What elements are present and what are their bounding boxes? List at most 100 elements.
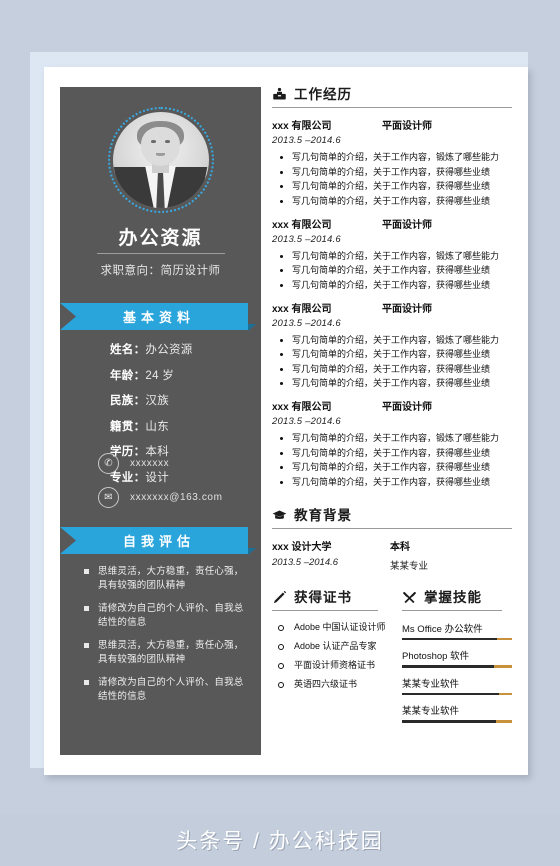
self-evaluation-banner-label: 自我评估 — [122, 534, 195, 549]
job-bullet-item: 写几句简单的介绍，关于工作内容，获得哪些业绩 — [272, 195, 512, 207]
work-job-entry: xxx 有限公司 平面设计师 2013.5 –2014.6 写几句简单的介绍，关于工作… — [272, 216, 512, 291]
job-bullet-item: 写几句简单的介绍，关于工作内容，获得哪些业绩 — [272, 447, 512, 459]
dot-bullet-icon — [280, 283, 283, 287]
job-bullet-text: 写几句简单的介绍，关于工作内容，获得哪些业绩 — [292, 447, 491, 458]
self-evaluation-banner: 自我评估 — [60, 527, 256, 555]
job-bullet-text: 写几句简单的介绍，关于工作内容，获得哪些业绩 — [292, 265, 491, 275]
certificate-item: 平面设计师资格证书 — [272, 659, 402, 671]
info-label: 年龄： — [110, 369, 146, 382]
self-evaluation-text: 请修改为自己的个人评价、自我总结性的信息 — [98, 677, 244, 702]
skill-level-bar — [402, 637, 512, 640]
basic-info-banner: 基本资料 — [60, 303, 256, 331]
dot-bullet-icon — [280, 170, 283, 174]
skill-level-bar — [402, 692, 512, 695]
dot-bullet-icon — [280, 156, 283, 159]
skill-item: 某某专业软件 — [402, 676, 512, 695]
contact-value: xxxxxxx@163.com — [130, 492, 223, 503]
square-bullet-icon — [84, 569, 89, 574]
basic-info-banner-label: 基本资料 — [122, 310, 195, 325]
contact-list: ✆ xxxxxxx ✉ xxxxxxx@163.com — [98, 453, 223, 521]
section-rule — [272, 609, 378, 611]
certificate-text: Adobe 中国认证设计师 — [294, 621, 386, 632]
pen-icon — [273, 590, 287, 603]
work-section-title: 工作经历 — [294, 87, 352, 102]
certificates-and-skills: 获得证书 Adobe 中国认证设计师 Adobe 认证产品专家 平面设计师资格证书英… — [272, 590, 512, 731]
job-date-range: 2013.5 –2014.6 — [272, 416, 341, 427]
dot-bullet-icon — [280, 269, 283, 272]
certificate-item: 英语四六级证书 — [272, 678, 402, 690]
job-bullet-item: 写几句简单的介绍，关于工作内容，锻炼了哪些能力 — [272, 250, 512, 262]
contact-row: ✆ xxxxxxx — [98, 453, 223, 474]
phone-icon: ✆ — [98, 453, 119, 474]
info-value: 办公资源 — [145, 344, 193, 356]
ring-bullet-icon — [278, 643, 284, 650]
job-bullet-item: 写几句简单的介绍，关于工作内容，锻炼了哪些能力 — [272, 151, 512, 163]
self-evaluation-item: 请修改为自己的个人评价、自我总结性的信息 — [84, 602, 250, 630]
skill-level-bar — [402, 720, 512, 723]
certificates-section-title: 获得证书 — [294, 589, 352, 605]
education-date: 2013.5 –2014.6 — [272, 556, 339, 568]
education-school: xxx 设计大学 — [272, 541, 332, 553]
job-bullet-text: 写几句简单的介绍，关于工作内容，锻炼了哪些能力 — [292, 433, 500, 443]
job-bullet-item: 写几句简单的介绍，关于工作内容，获得哪些业绩 — [272, 461, 512, 473]
ring-bullet-icon — [278, 624, 284, 631]
certificate-item: Adobe 认证产品专家 — [272, 640, 402, 652]
job-organization: xxx 有限公司 — [272, 303, 332, 315]
skills-section: 掌握技能 Ms Office 办公软件 Photoshop 软件 某某专业软件 某某专… — [402, 590, 512, 731]
education-major: 某某专业 — [390, 560, 429, 572]
tools-icon — [402, 591, 417, 603]
ring-bullet-icon — [278, 662, 284, 669]
briefcase-icon — [273, 87, 286, 100]
info-row-籍贯: 籍贯：山东 — [110, 418, 193, 434]
job-bullet-list: 写几句简单的介绍，关于工作内容，锻炼了哪些能力写几句简单的介绍，关于工作内容，获… — [272, 151, 512, 207]
work-job-entry: xxx 有限公司 平面设计师 2013.5 –2014.6 写几句简单的介绍，关于工作… — [272, 117, 512, 207]
job-bullet-text: 写几句简单的介绍，关于工作内容，获得哪些业绩 — [292, 349, 491, 359]
info-row-姓名: 姓名：办公资源 — [110, 341, 193, 357]
avatar — [107, 107, 214, 213]
job-bullet-item: 写几句简单的介绍，关于工作内容，锻炼了哪些能力 — [272, 334, 512, 346]
certificates-section: 获得证书 Adobe 中国认证设计师 Adobe 认证产品专家 平面设计师资格证书英… — [272, 590, 402, 731]
self-evaluation-text: 思维灵活，大方稳重，责任心强，具有较强的团队精神 — [98, 640, 244, 665]
skill-item: Ms Office 办公软件 — [402, 621, 512, 640]
job-bullet-item: 写几句简单的介绍，关于工作内容，获得哪些业绩 — [272, 476, 512, 488]
dot-bullet-icon — [280, 382, 283, 385]
job-bullet-item: 写几句简单的介绍，关于工作内容，获得哪些业绩 — [272, 279, 512, 291]
email-icon: ✉ — [98, 487, 119, 508]
section-rule — [272, 527, 512, 529]
skills-section-title: 掌握技能 — [424, 589, 482, 605]
contact-value: xxxxxxx — [130, 458, 170, 469]
info-value: 汉族 — [145, 395, 170, 407]
photo-face — [141, 127, 180, 166]
job-bullet-text: 写几句简单的介绍，关于工作内容，获得哪些业绩 — [292, 378, 491, 388]
resume-main-content: 工作经历 xxx 有限公司平面设计师 2013.5 –2014.6 写几句简单的介绍… — [272, 87, 512, 731]
certificate-text: 平面设计师资格证书 — [294, 659, 376, 670]
job-bullet-list: 写几句简单的介绍，关于工作内容，锻炼了哪些能力 写几句简单的介绍，关于工作内容，获… — [272, 250, 512, 291]
candidate-name: 办公资源 — [118, 228, 203, 249]
info-label: 姓名： — [110, 344, 146, 356]
photo-mouth — [155, 153, 166, 156]
self-evaluation-list: 思维灵活，大方稳重，责任心强，具有较强的团队精神 请修改为自己的个人评价、自我总结… — [84, 565, 250, 713]
square-bullet-icon — [84, 643, 89, 648]
job-date-range: 2013.5 –2014.6 — [272, 317, 341, 329]
certificate-item: Adobe 中国认证设计师 — [272, 621, 402, 633]
dot-bullet-icon — [280, 437, 283, 440]
info-value: 山东 — [145, 420, 170, 433]
dot-bullet-icon — [280, 199, 283, 203]
photo-eye-right — [165, 139, 171, 143]
dot-bullet-icon — [280, 254, 283, 258]
job-role: 平面设计师 — [382, 402, 432, 413]
skill-name: Ms Office 办公软件 — [402, 623, 483, 635]
job-bullet-text: 写几句简单的介绍，关于工作内容，锻炼了哪些能力 — [292, 334, 500, 345]
work-job-list: xxx 有限公司平面设计师 2013.5 –2014.6 写几句简单的介绍，关于工作… — [272, 117, 512, 488]
skill-name: 某某专业软件 — [402, 706, 460, 717]
job-bullet-text: 写几句简单的介绍，关于工作内容，获得哪些业绩 — [292, 476, 491, 487]
skill-name: Photoshop 软件 — [402, 651, 470, 662]
section-rule — [402, 609, 502, 611]
dot-bullet-icon — [280, 353, 283, 356]
portrait-photo — [112, 112, 209, 208]
work-section-header: 工作经历 — [272, 87, 512, 102]
skill-level-fill — [402, 692, 499, 695]
certificate-text: 英语四六级证书 — [294, 678, 358, 689]
job-bullet-item: 写几句简单的介绍，关于工作内容，获得哪些业绩 — [272, 348, 512, 360]
job-bullet-text: 写几句简单的介绍，关于工作内容，锻炼了哪些能力 — [292, 152, 500, 162]
